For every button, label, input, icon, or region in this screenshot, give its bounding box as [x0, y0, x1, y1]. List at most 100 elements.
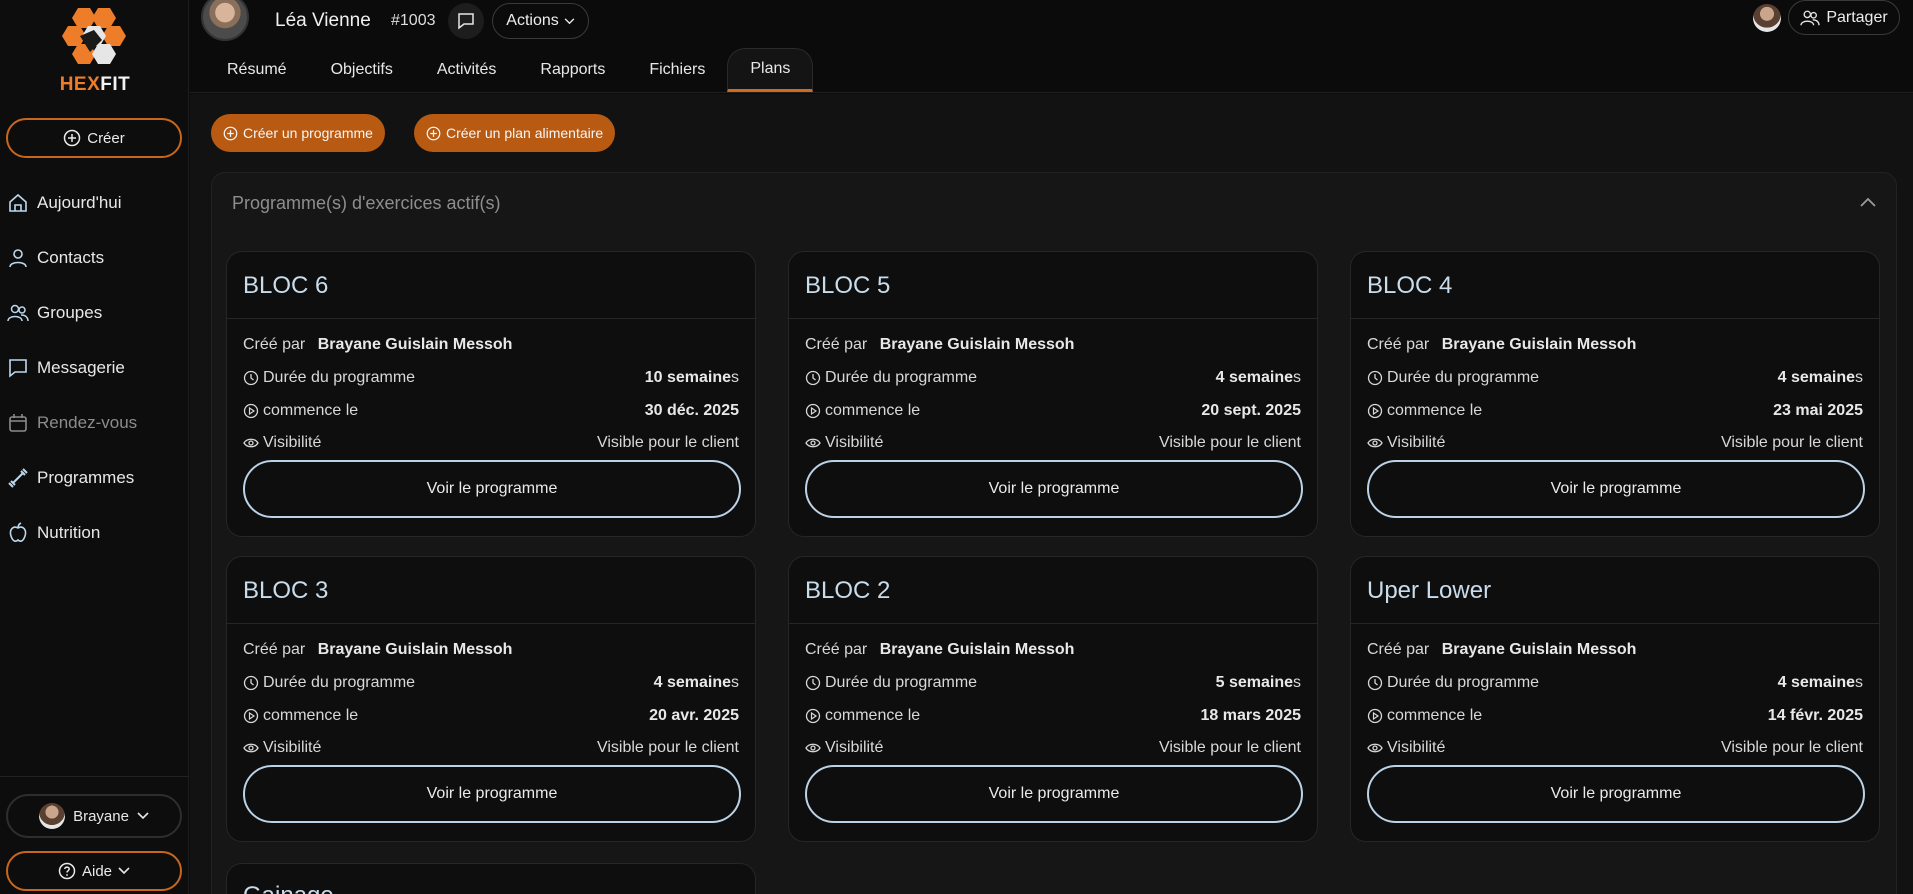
sidebar-item-label: Nutrition [37, 522, 101, 542]
create-program-button[interactable]: Créer un programme [211, 114, 385, 152]
create-button[interactable]: Créer [6, 118, 182, 158]
clock-icon [805, 675, 821, 691]
sidebar-item-appointments[interactable]: Rendez-vous [0, 395, 189, 450]
play-circle-icon [1367, 708, 1383, 724]
duration-suffix: s [1855, 369, 1863, 386]
users-icon [7, 304, 29, 321]
user-name: Brayane [73, 807, 129, 825]
duration-value: 4 semaine [1777, 369, 1855, 386]
duration-label: Durée du programme [825, 369, 978, 386]
share-button[interactable]: Partager [1788, 0, 1900, 35]
tab-goals[interactable]: Objectifs [309, 48, 415, 92]
program-title: Gainage [243, 882, 334, 894]
duration-row: Durée du programme 5 semaines [805, 674, 1301, 692]
created-by-row: Créé par Brayane Guislain Messoh [1367, 641, 1863, 659]
card-divider [227, 318, 755, 319]
help-button[interactable]: Aide [6, 851, 182, 891]
user-icon [9, 248, 27, 267]
duration-suffix: s [731, 674, 739, 691]
view-program-button[interactable]: Voir le programme [243, 460, 741, 518]
created-by-row: Créé par Brayane Guislain Messoh [243, 641, 739, 659]
program-card: BLOC 5 Créé par Brayane Guislain Messoh … [788, 251, 1318, 537]
clock-icon [1367, 675, 1383, 691]
create-program-label: Créer un programme [243, 125, 373, 141]
eye-icon [1367, 438, 1383, 448]
program-card: BLOC 3 Créé par Brayane Guislain Messoh … [226, 556, 756, 842]
create-meal-plan-label: Créer un plan alimentaire [446, 125, 604, 141]
start-date-row: commence le 18 mars 2025 [805, 707, 1301, 725]
client-header: Léa Vienne #1003 Actions Partager Résumé… [190, 0, 1913, 93]
duration-suffix: s [1293, 369, 1301, 386]
duration-label: Durée du programme [825, 674, 978, 691]
tab-plans[interactable]: Plans [727, 48, 814, 92]
author-name: Brayane Guislain Messoh [879, 336, 1075, 353]
tab-files[interactable]: Fichiers [627, 48, 727, 92]
duration-value: 4 semaine [653, 674, 731, 691]
program-title: Uper Lower [1367, 577, 1492, 604]
apple-icon [9, 521, 27, 542]
sidebar-item-programs[interactable]: Programmes [0, 450, 189, 505]
sidebar-nav: Aujourd'hui Contacts Groupes Messagerie … [0, 175, 189, 560]
created-by-label: Créé par [805, 336, 868, 353]
visibility-label: Visibilité [825, 739, 884, 756]
user-menu-button[interactable]: Brayane [6, 794, 182, 838]
actions-dropdown[interactable]: Actions [492, 3, 589, 39]
start-label: commence le [1387, 707, 1483, 724]
sidebar-divider [0, 776, 189, 777]
start-date-row: commence le 20 sept. 2025 [805, 402, 1301, 420]
clock-icon [805, 370, 821, 386]
duration-value: 10 semaine [644, 369, 731, 386]
tab-summary[interactable]: Résumé [205, 48, 309, 92]
program-card: BLOC 4 Créé par Brayane Guislain Messoh … [1350, 251, 1880, 537]
view-program-button[interactable]: Voir le programme [805, 765, 1303, 823]
sidebar-item-groups[interactable]: Groupes [0, 285, 189, 340]
program-title: BLOC 3 [243, 577, 329, 604]
chevron-down-icon [137, 812, 149, 820]
duration-suffix: s [1855, 674, 1863, 691]
program-card: Uper Lower Créé par Brayane Guislain Mes… [1350, 556, 1880, 842]
chevron-down-icon [564, 17, 575, 24]
sidebar: HEXFIT Créer Aujourd'hui Contacts Groupe… [0, 0, 189, 894]
view-program-button[interactable]: Voir le programme [805, 460, 1303, 518]
created-by-row: Créé par Brayane Guislain Messoh [805, 641, 1301, 659]
view-program-button[interactable]: Voir le programme [1367, 460, 1865, 518]
duration-row: Durée du programme 4 semaines [805, 369, 1301, 387]
visibility-row: Visibilité Visible pour le client [243, 739, 739, 757]
visibility-value: Visible pour le client [1720, 434, 1863, 451]
view-program-button[interactable]: Voir le programme [1367, 765, 1865, 823]
program-card: BLOC 2 Créé par Brayane Guislain Messoh … [788, 556, 1318, 842]
start-date-value: 14 févr. 2025 [1767, 707, 1863, 724]
create-meal-plan-button[interactable]: Créer un plan alimentaire [414, 114, 616, 152]
client-id: #1003 [391, 12, 436, 29]
start-label: commence le [263, 402, 359, 419]
program-title: BLOC 6 [243, 272, 329, 299]
program-title: BLOC 2 [805, 577, 891, 604]
eye-icon [805, 438, 821, 448]
tab-reports[interactable]: Rapports [518, 48, 627, 92]
hexfit-logo[interactable]: HEXFIT [50, 6, 140, 95]
sidebar-item-today[interactable]: Aujourd'hui [0, 175, 189, 230]
message-icon [458, 13, 474, 30]
start-label: commence le [825, 707, 921, 724]
play-circle-icon [1367, 403, 1383, 419]
tab-activities[interactable]: Activités [415, 48, 519, 92]
visibility-row: Visibilité Visible pour le client [243, 434, 739, 452]
brand-name-part1: HEX [59, 74, 101, 95]
duration-label: Durée du programme [263, 674, 416, 691]
create-button-label: Créer [87, 129, 125, 147]
visibility-value: Visible pour le client [1158, 434, 1301, 451]
created-by-row: Créé par Brayane Guislain Messoh [243, 336, 739, 354]
chat-button[interactable] [448, 3, 484, 39]
sidebar-item-contacts[interactable]: Contacts [0, 230, 189, 285]
client-name: Léa Vienne [275, 10, 371, 31]
chevron-up-icon[interactable] [1860, 197, 1876, 207]
sidebar-item-messaging[interactable]: Messagerie [0, 340, 189, 395]
sidebar-item-nutrition[interactable]: Nutrition [0, 505, 189, 560]
play-circle-icon [243, 708, 259, 724]
duration-label: Durée du programme [1387, 369, 1540, 386]
eye-icon [1367, 743, 1383, 753]
calendar-icon [9, 413, 27, 432]
sidebar-item-label: Programmes [37, 467, 135, 487]
view-program-button[interactable]: Voir le programme [243, 765, 741, 823]
created-by-row: Créé par Brayane Guislain Messoh [1367, 336, 1863, 354]
